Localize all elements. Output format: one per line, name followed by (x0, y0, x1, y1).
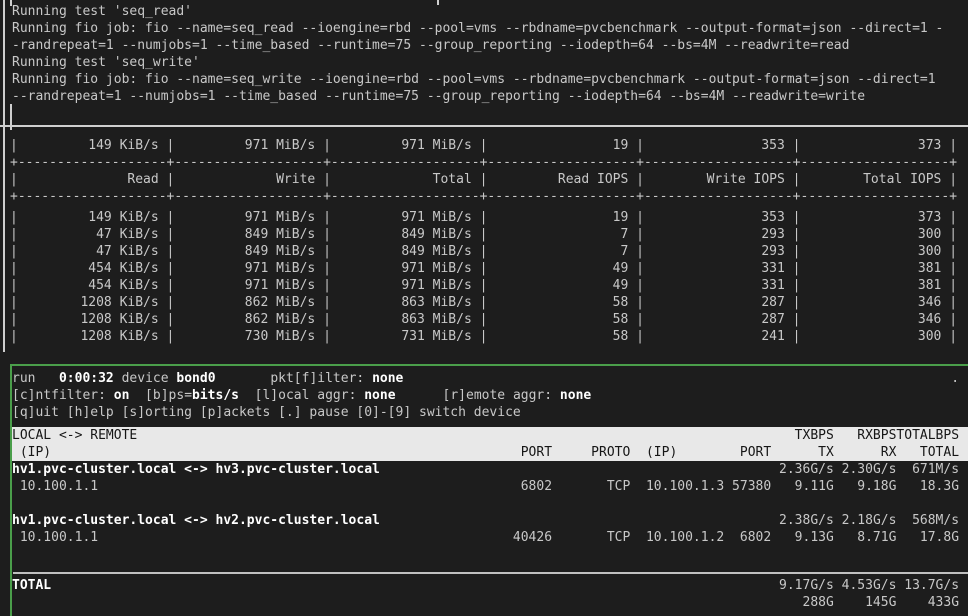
fio-log-line: --randrepeat=1 --numjobs=1 --time_based … (12, 88, 962, 105)
network-monitor-pane: run 0:00:32 device bond0 pkt[f]ilter: no… (10, 364, 968, 616)
fio-log-line: Running fio job: fio --name=seq_read --i… (12, 20, 962, 37)
bench-table-row: | 47 KiB/s | 849 MiB/s | 849 MiB/s | 7 |… (10, 226, 960, 243)
net-connections-block: hv1.pvc-cluster.local <-> hv3.pvc-cluste… (12, 461, 968, 546)
bench-table-row: | 149 KiB/s | 971 MiB/s | 971 MiB/s | 19… (10, 209, 960, 226)
net-total-block: TOTAL 9.17G/s 4.53G/s 13.7G/s (12, 577, 958, 611)
net-status-block: run 0:00:32 device bond0 pkt[f]ilter: no… (12, 370, 968, 421)
bench-header-row: | Read | Write | Total | Read IOPS | Wri… (10, 171, 960, 188)
net-status-line: run 0:00:32 device bond0 pkt[f]ilter: no… (12, 370, 968, 387)
bench-table-row: | 1208 KiB/s | 730 MiB/s | 731 MiB/s | 5… (10, 328, 960, 345)
net-connection-detail-line: 10.100.1.1 40426 TCP 10.100.1.2 6802 9.1… (12, 529, 968, 546)
net-header-line: (IP) PORT PROTO (IP) PORT TX RX TOTAL (12, 444, 968, 461)
fio-log-line: Running test 'seq_write' (12, 54, 962, 71)
net-header-block: LOCAL <-> REMOTE TXBPS RXBPSTOTALBPS (IP… (12, 427, 968, 461)
pane-left-border (3, 0, 5, 352)
bench-table-row: | 454 KiB/s | 971 MiB/s | 971 MiB/s | 49… (10, 277, 960, 294)
benchmark-table-pane: | 149 KiB/s | 971 MiB/s | 971 MiB/s | 19… (10, 133, 960, 345)
net-status-line: [c]ntfilter: on [b]ps=bits/s [l]ocal agg… (12, 387, 968, 404)
pane-divider (0, 125, 968, 127)
bench-table-row: | 1208 KiB/s | 862 MiB/s | 863 MiB/s | 5… (10, 311, 960, 328)
net-total-sum-line: 288G 145G 433G (12, 594, 958, 611)
fio-log-line: Running test 'seq_read' (12, 3, 962, 20)
bench-table-row: | 1208 KiB/s | 862 MiB/s | 863 MiB/s | 5… (10, 294, 960, 311)
fio-log-line: Running fio job: fio --name=seq_write --… (12, 71, 962, 88)
net-total-line: TOTAL 9.17G/s 4.53G/s 13.7G/s (12, 577, 958, 594)
net-connection-line: hv1.pvc-cluster.local <-> hv2.pvc-cluste… (12, 512, 968, 529)
terminal-screen: Running test 'seq_read'Running fio job: … (0, 0, 968, 616)
net-connection-detail-line: 10.100.1.1 6802 TCP 10.100.1.3 57380 9.1… (12, 478, 968, 495)
bench-table-row: | 454 KiB/s | 971 MiB/s | 971 MiB/s | 49… (10, 260, 960, 277)
bench-table-row: | 47 KiB/s | 849 MiB/s | 849 MiB/s | 7 |… (10, 243, 960, 260)
fio-log-pane: Running test 'seq_read'Running fio job: … (12, 3, 962, 105)
bench-separator: +-------------------+-------------------… (10, 154, 960, 171)
net-connection-line: hv1.pvc-cluster.local <-> hv3.pvc-cluste… (12, 461, 968, 478)
net-header-line: LOCAL <-> REMOTE TXBPS RXBPSTOTALBPS (12, 427, 968, 444)
total-divider (13, 572, 968, 574)
bench-summary-row: | 149 KiB/s | 971 MiB/s | 971 MiB/s | 19… (10, 137, 960, 154)
bench-separator: +-------------------+-------------------… (10, 188, 960, 205)
net-keybind-line: [q]uit [h]elp [s]orting [p]ackets [.] pa… (12, 404, 968, 421)
fio-log-line: -randrepeat=1 --numjobs=1 --time_based -… (12, 37, 962, 54)
blank-line (12, 495, 968, 512)
